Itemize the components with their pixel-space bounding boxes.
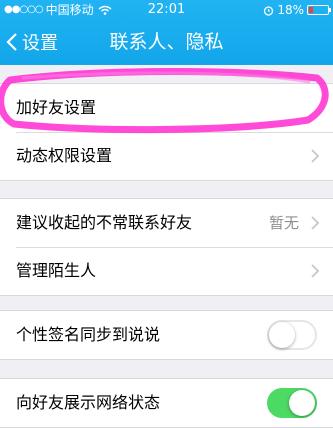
row-label: 个性签名同步到说说	[16, 325, 161, 344]
row-manage-strangers[interactable]: 管理陌生人	[0, 247, 333, 295]
top-bar: ●●○○○ 中国移动 22:01 18% 设置 联系人、隐私	[0, 0, 333, 65]
section-network-status: 向好友展示网络状态	[0, 378, 333, 428]
row-add-friend-settings[interactable]: 加好友设置	[0, 84, 333, 132]
status-bar: ●●○○○ 中国移动 22:01 18%	[0, 0, 333, 20]
alarm-icon	[264, 5, 274, 16]
chevron-right-icon	[311, 264, 319, 278]
section-contacts: 建议收起的不常联系好友 暂无 管理陌生人	[0, 198, 333, 296]
section-add-friend: 加好友设置 动态权限设置	[0, 83, 333, 181]
sync-signature-toggle[interactable]	[267, 320, 317, 350]
battery-percent: 18%	[277, 3, 304, 17]
section-signature: 个性签名同步到说说	[0, 310, 333, 360]
row-feed-permissions[interactable]: 动态权限设置	[0, 132, 333, 180]
row-label: 动态权限设置	[16, 146, 113, 165]
network-status-toggle[interactable]	[267, 388, 317, 418]
row-label: 建议收起的不常联系好友	[16, 213, 193, 232]
row-sync-signature: 个性签名同步到说说	[0, 311, 333, 359]
row-label: 向好友展示网络状态	[16, 393, 161, 412]
row-show-network-status: 向好友展示网络状态	[0, 379, 333, 427]
row-label: 管理陌生人	[16, 261, 97, 280]
battery-icon	[307, 5, 331, 15]
row-infrequent-friends[interactable]: 建议收起的不常联系好友 暂无	[0, 199, 333, 247]
chevron-right-icon	[311, 216, 319, 230]
row-value: 暂无	[268, 214, 299, 232]
navigation-bar: 设置 联系人、隐私	[0, 20, 333, 65]
row-label: 加好友设置	[16, 98, 97, 117]
page-title: 联系人、隐私	[109, 31, 224, 53]
chevron-right-icon	[311, 149, 319, 163]
